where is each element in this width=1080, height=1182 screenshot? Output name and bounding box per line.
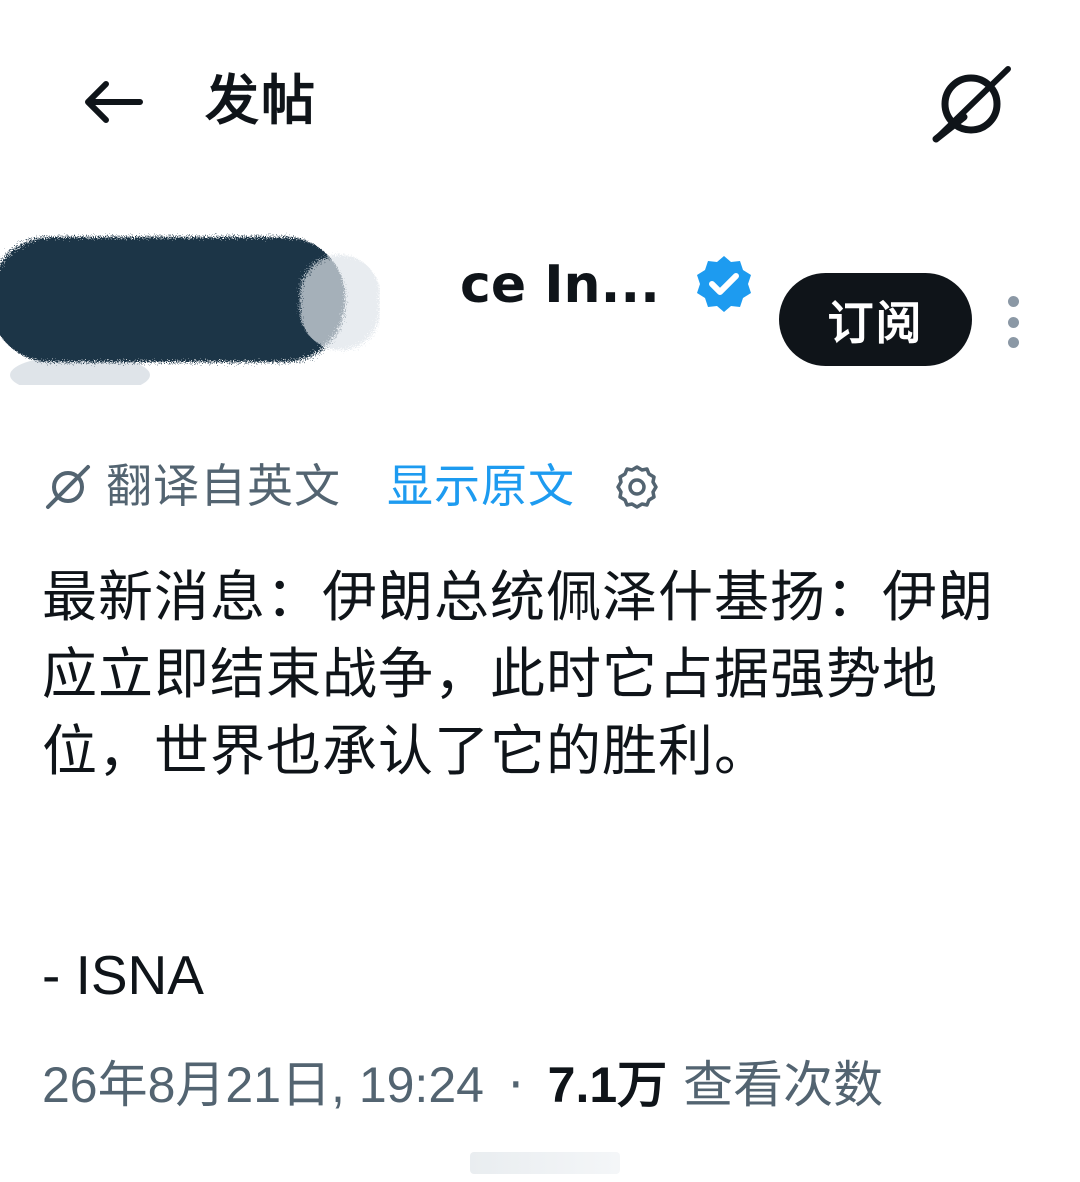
- post-timestamp[interactable]: 26年8月21日, 19:24: [42, 1057, 484, 1113]
- show-original-link[interactable]: 显示原文: [387, 455, 575, 517]
- page-title: 发帖: [205, 69, 317, 132]
- post-text: 最新消息：伊朗总统佩泽什基扬：伊朗应立即结束战争，此时它占据强势地位，世界也承认…: [42, 565, 995, 783]
- author-avatar-obscured[interactable]: [0, 225, 380, 395]
- meta-separator: ·: [507, 1056, 524, 1114]
- views-label: 查看次数: [683, 1056, 884, 1114]
- gear-icon[interactable]: [612, 462, 662, 512]
- post-source: - ISNA: [42, 944, 204, 1006]
- verified-badge-icon: [693, 253, 755, 315]
- arrow-left-icon: [85, 81, 143, 123]
- more-options-button[interactable]: [990, 292, 1036, 352]
- more-vertical-icon-dot: [1007, 337, 1019, 348]
- more-vertical-icon-dot: [1007, 316, 1019, 328]
- more-vertical-icon-dot: [1007, 296, 1019, 307]
- author-display-name[interactable]: ce In...: [460, 250, 660, 320]
- grok-button[interactable]: [925, 58, 1017, 150]
- post-meta: 26年8月21日, 19:24 · 7.1万 查看次数: [42, 1050, 883, 1120]
- grok-translate-icon: [44, 463, 92, 511]
- grok-icon: [932, 66, 1011, 143]
- subscribe-button[interactable]: 订阅: [779, 273, 972, 366]
- bottom-divider: [470, 1152, 620, 1174]
- back-button[interactable]: [72, 62, 152, 142]
- translation-label: 翻译自英文: [106, 459, 341, 513]
- views-count: 7.1万: [547, 1057, 668, 1113]
